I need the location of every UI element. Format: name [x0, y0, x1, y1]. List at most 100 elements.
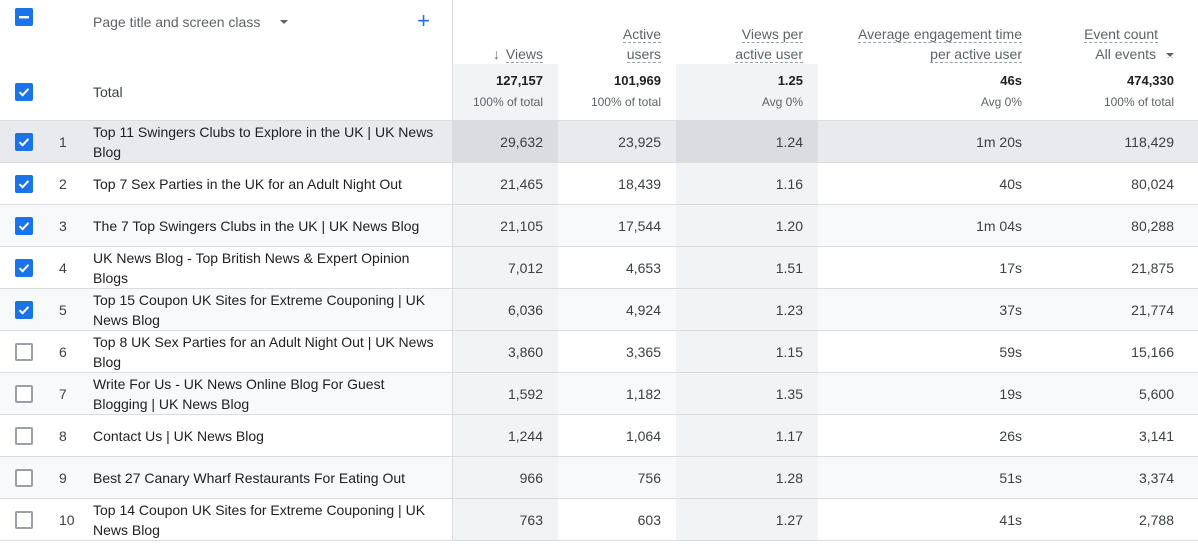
event-filter-select[interactable]: All events	[1095, 44, 1174, 64]
active-users-value: 4,653	[625, 259, 661, 276]
views-value: 1,244	[453, 415, 558, 456]
views-per-user-value: 1.27	[676, 499, 818, 540]
row-number: 8	[59, 427, 67, 444]
row-checkbox[interactable]	[15, 258, 33, 277]
page-title: Top 8 UK Sex Parties for an Adult Night …	[85, 331, 453, 372]
views-per-user-value: 1.17	[676, 415, 818, 456]
row-checkbox[interactable]	[15, 300, 33, 319]
views-per-user-value: 1.16	[676, 163, 818, 204]
avg-engagement-value: 1m 20s	[976, 133, 1022, 150]
table-header: Page title and screen class + ↓ Views Act…	[0, 0, 1198, 64]
row-checkbox[interactable]	[15, 216, 33, 235]
event-count-value: 3,141	[1138, 427, 1174, 444]
check-icon	[18, 305, 30, 315]
table-row[interactable]: 9 Best 27 Canary Wharf Restaurants For E…	[0, 457, 1198, 499]
page-title: The 7 Top Swingers Clubs in the UK | UK …	[85, 205, 453, 246]
event-count-value: 21,875	[1131, 259, 1174, 276]
table-row[interactable]: 2 Top 7 Sex Parties in the UK for an Adu…	[0, 163, 1198, 205]
row-checkbox[interactable]	[15, 426, 33, 445]
active-users-value: 3,365	[625, 343, 661, 360]
avg-engagement-value: 1m 04s	[976, 217, 1022, 234]
event-count-value: 80,024	[1131, 175, 1174, 192]
views-value: 966	[453, 457, 558, 498]
active-users-value: 603	[637, 511, 661, 528]
dimension-selector[interactable]: Page title and screen class	[93, 12, 289, 32]
avg-engagement-value: 37s	[999, 301, 1022, 318]
avg-engagement-value: 40s	[999, 175, 1022, 192]
active-users-value: 18,439	[618, 175, 661, 192]
page-title: Top 15 Coupon UK Sites for Extreme Coupo…	[85, 289, 453, 330]
row-number: 2	[59, 175, 67, 192]
views-per-user-value: 1.20	[676, 205, 818, 246]
check-icon	[18, 137, 30, 147]
row-checkbox[interactable]	[15, 174, 33, 193]
views-value: 29,632	[453, 121, 558, 162]
total-checkbox[interactable]	[15, 83, 33, 101]
row-number: 5	[59, 301, 67, 318]
check-icon	[18, 88, 30, 97]
table-row[interactable]: 8 Contact Us | UK News Blog 1,244 1,064 …	[0, 415, 1198, 457]
event-count-value: 118,429	[1124, 133, 1174, 150]
event-count-value: 80,288	[1131, 217, 1174, 234]
row-checkbox[interactable]	[15, 132, 33, 151]
views-value: 763	[453, 499, 558, 540]
total-active-users: 101,969 100% of total	[590, 73, 661, 109]
col-header-avg-engagement[interactable]: Average engagement time per active user	[818, 0, 1040, 64]
views-per-user-value: 1.24	[676, 121, 818, 162]
table-row[interactable]: 10 Top 14 Coupon UK Sites for Extreme Co…	[0, 499, 1198, 541]
col-header-event-count[interactable]: Event count All events	[1040, 0, 1198, 64]
table-row[interactable]: 3 The 7 Top Swingers Clubs in the UK | U…	[0, 205, 1198, 247]
page-title: UK News Blog - Top British News & Expert…	[85, 247, 453, 288]
dimension-label: Page title and screen class	[93, 14, 261, 30]
report-table: Page title and screen class + ↓ Views Act…	[0, 0, 1198, 541]
col-header-views-per-user[interactable]: Views per active user	[676, 0, 818, 64]
views-per-user-value: 1.23	[676, 289, 818, 330]
table-row[interactable]: 6 Top 8 UK Sex Parties for an Adult Nigh…	[0, 331, 1198, 373]
views-per-user-value: 1.15	[676, 331, 818, 372]
check-icon	[18, 179, 30, 189]
table-row[interactable]: 7 Write For Us - UK News Online Blog For…	[0, 373, 1198, 415]
views-value: 6,036	[453, 289, 558, 330]
row-number: 4	[59, 259, 67, 276]
avg-engagement-value: 51s	[999, 469, 1022, 486]
views-value: 21,465	[453, 163, 558, 204]
row-checkbox[interactable]	[15, 468, 33, 487]
views-value: 3,860	[453, 331, 558, 372]
col-header-views[interactable]: ↓ Views	[453, 0, 558, 64]
row-checkbox[interactable]	[15, 510, 33, 529]
event-count-value: 2,788	[1138, 511, 1174, 528]
event-count-value: 21,774	[1131, 301, 1174, 318]
row-number: 6	[59, 343, 67, 360]
select-all-cell	[0, 0, 48, 64]
dimension-header: Page title and screen class +	[85, 0, 453, 64]
row-number: 3	[59, 217, 67, 234]
table-row[interactable]: 5 Top 15 Coupon UK Sites for Extreme Cou…	[0, 289, 1198, 331]
col-header-active-users[interactable]: Active users	[558, 0, 676, 64]
page-title: Best 27 Canary Wharf Restaurants For Eat…	[85, 457, 453, 498]
page-title: Top 14 Coupon UK Sites for Extreme Coupo…	[85, 499, 453, 540]
active-users-value: 4,924	[625, 301, 661, 318]
table-row[interactable]: 4 UK News Blog - Top British News & Expe…	[0, 247, 1198, 289]
minus-icon	[19, 16, 29, 19]
views-value: 7,012	[453, 247, 558, 288]
row-checkbox[interactable]	[15, 384, 33, 403]
select-all-checkbox[interactable]	[15, 8, 33, 26]
row-checkbox[interactable]	[15, 342, 33, 361]
page-title: Write For Us - UK News Online Blog For G…	[85, 373, 453, 414]
active-users-value: 756	[637, 469, 661, 486]
row-number: 9	[59, 469, 67, 486]
active-users-value: 17,544	[618, 217, 661, 234]
active-users-value: 1,064	[625, 427, 661, 444]
total-avg-engagement: 46s Avg 0%	[980, 73, 1022, 109]
views-per-user-value: 1.51	[676, 247, 818, 288]
table-row[interactable]: 1 Top 11 Swingers Clubs to Explore in th…	[0, 121, 1198, 163]
check-icon	[18, 263, 30, 273]
row-number: 10	[59, 511, 75, 528]
check-icon	[18, 221, 30, 231]
event-count-value: 3,374	[1138, 469, 1174, 486]
event-count-value: 15,166	[1131, 343, 1174, 360]
total-label: Total	[85, 64, 453, 120]
avg-engagement-value: 41s	[999, 511, 1022, 528]
plus-icon[interactable]: +	[417, 10, 430, 32]
active-users-value: 1,182	[625, 385, 661, 402]
